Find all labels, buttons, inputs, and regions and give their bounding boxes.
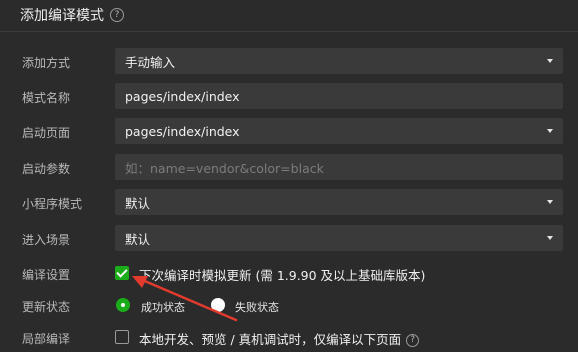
- start-page-row: 启动页面 pages/index/index: [0, 118, 578, 144]
- scene-select[interactable]: 默认: [115, 225, 563, 251]
- success-status-text: 成功状态: [141, 301, 185, 314]
- scene-label: 进入场景: [22, 233, 71, 247]
- add-method-row: 添加方式 手动输入: [0, 48, 578, 74]
- partial-compile-text-wrap: 本地开发、预览 / 真机调试时，仅编译以下页面?: [139, 329, 420, 348]
- compile-settings-label: 编译设置: [22, 268, 71, 282]
- update-status-row: 更新状态 成功状态 失败状态: [0, 296, 578, 314]
- question-circle-icon[interactable]: ?: [406, 334, 420, 347]
- simulate-update-checkbox[interactable]: [115, 266, 129, 280]
- update-status-label: 更新状态: [22, 300, 71, 314]
- start-page-select[interactable]: pages/index/index: [115, 118, 563, 144]
- fail-status-text: 失败状态: [235, 301, 279, 314]
- dialog-title: 添加编译模式: [20, 8, 104, 24]
- start-params-label: 启动参数: [22, 162, 71, 176]
- dialog-title-bar: 添加编译模式 ?: [0, 0, 578, 30]
- partial-compile-label: 局部编译: [22, 332, 71, 346]
- scene-value: 默认: [125, 231, 151, 247]
- start-params-placeholder: 如：name=vendor&color=black: [125, 160, 324, 176]
- start-params-input[interactable]: 如：name=vendor&color=black: [115, 154, 563, 180]
- mode-name-input[interactable]: pages/index/index: [115, 83, 563, 109]
- fail-status-radio[interactable]: [211, 298, 225, 312]
- scene-row: 进入场景 默认: [0, 225, 578, 251]
- mode-name-value: pages/index/index: [125, 88, 240, 104]
- start-params-row: 启动参数 如：name=vendor&color=black: [0, 154, 578, 180]
- mode-name-label: 模式名称: [22, 91, 71, 105]
- chevron-down-icon: [547, 59, 553, 63]
- miniprogram-mode-label: 小程序模式: [22, 197, 83, 211]
- chevron-down-icon: [547, 129, 553, 133]
- title-divider: [0, 31, 578, 32]
- success-status-radio[interactable]: [116, 298, 130, 312]
- partial-compile-row: 局部编译 本地开发、预览 / 真机调试时，仅编译以下页面?: [0, 328, 578, 348]
- chevron-down-icon: [547, 200, 553, 204]
- mode-name-row: 模式名称 pages/index/index: [0, 83, 578, 109]
- start-page-value: pages/index/index: [125, 123, 240, 139]
- miniprogram-mode-select[interactable]: 默认: [115, 189, 563, 215]
- add-method-value: 手动输入: [125, 54, 176, 70]
- question-circle-icon[interactable]: ?: [110, 8, 124, 22]
- miniprogram-mode-value: 默认: [125, 195, 151, 211]
- add-method-label: 添加方式: [22, 56, 71, 70]
- start-page-label: 启动页面: [22, 126, 71, 140]
- partial-compile-checkbox[interactable]: [115, 330, 129, 344]
- compile-settings-row: 编译设置 下次编译时模拟更新 (需 1.9.90 及以上基础库版本): [0, 264, 578, 283]
- chevron-down-icon: [547, 236, 553, 240]
- miniprogram-mode-row: 小程序模式 默认: [0, 189, 578, 215]
- simulate-update-text: 下次编译时模拟更新 (需 1.9.90 及以上基础库版本): [139, 268, 426, 283]
- partial-compile-text: 本地开发、预览 / 真机调试时，仅编译以下页面: [139, 332, 402, 347]
- add-method-select[interactable]: 手动输入: [115, 48, 563, 74]
